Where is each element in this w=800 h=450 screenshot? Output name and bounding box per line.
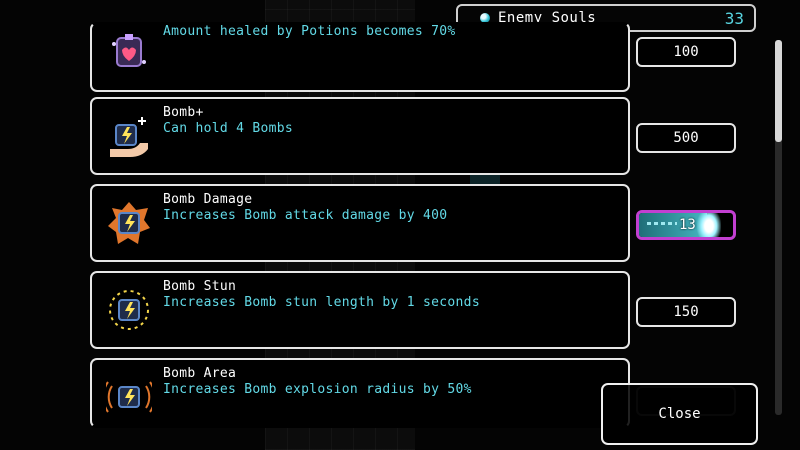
upgrade-card-bomb-plus[interactable]: Bomb+ Can hold 4 Bombs	[90, 97, 630, 175]
upgrade-description: Amount healed by Potions becomes 70%	[163, 24, 456, 39]
upgrade-title: Bomb Stun	[163, 279, 237, 294]
upgrade-description: Increases Bomb stun length by 1 seconds	[163, 295, 480, 310]
upgrade-title: Bomb+	[163, 105, 204, 120]
potion-heart-icon	[106, 34, 152, 80]
upgrade-shop-screen: Enemy Souls 33 Amount healed by Potions …	[0, 0, 800, 450]
scrollbar-thumb[interactable]	[775, 40, 782, 142]
currency-value: 33	[724, 8, 744, 28]
close-button[interactable]: Close	[601, 383, 758, 445]
bomb-stun-icon	[106, 287, 152, 333]
upgrade-title: Bomb Area	[163, 366, 237, 381]
list-scrollbar[interactable]	[775, 40, 782, 415]
upgrade-card-bomb-area[interactable]: Bomb Area Increases Bomb explosion radiu…	[90, 358, 630, 428]
upgrade-card-potion-heal[interactable]: Amount healed by Potions becomes 70%	[90, 22, 630, 92]
upgrade-description: Increases Bomb attack damage by 400	[163, 208, 448, 223]
bomb-hand-icon	[106, 113, 152, 159]
upgrade-description: Can hold 4 Bombs	[163, 121, 294, 136]
buy-button-bomb-stun[interactable]: 150	[636, 297, 736, 327]
buy-button-bomb-damage[interactable]: 13	[636, 210, 736, 240]
buy-button-potion-heal[interactable]: 100	[636, 37, 736, 67]
buy-button-bomb-plus[interactable]: 500	[636, 123, 736, 153]
upgrade-description: Increases Bomb explosion radius by 50%	[163, 382, 472, 397]
price-value: 13	[679, 217, 696, 233]
progress-glow	[697, 213, 721, 237]
upgrade-card-bomb-stun[interactable]: Bomb Stun Increases Bomb stun length by …	[90, 271, 630, 349]
upgrade-card-bomb-damage[interactable]: Bomb Damage Increases Bomb attack damage…	[90, 184, 630, 262]
bomb-area-icon	[102, 374, 156, 420]
upgrade-title: Bomb Damage	[163, 192, 253, 207]
bomb-damage-icon	[106, 200, 152, 246]
